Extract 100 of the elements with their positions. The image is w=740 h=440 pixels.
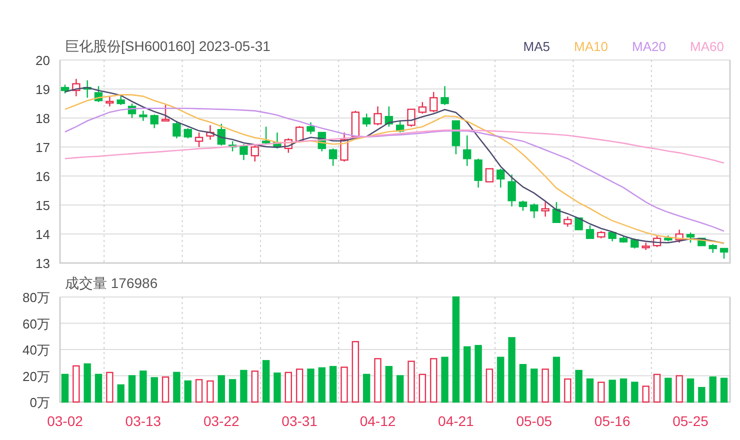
candlestick: [351, 110, 360, 138]
volume-bar: [150, 377, 158, 403]
axis-label: 03-02: [47, 413, 83, 429]
candlestick: [273, 132, 282, 148]
candlestick: [407, 108, 416, 127]
candlestick: [172, 120, 181, 138]
candlestick: [518, 200, 528, 211]
axis-label: 19: [36, 82, 50, 97]
axis-label: 14: [36, 227, 50, 242]
volume-bar: [284, 372, 292, 403]
axis-label: 04-12: [360, 413, 396, 429]
candlestick: [362, 114, 371, 127]
volume-bar: [497, 356, 504, 403]
candlestick: [217, 124, 226, 146]
volume-bar: [664, 378, 672, 403]
volume-bar: [72, 365, 80, 403]
volume-bar: [530, 368, 538, 403]
axis-label: 60万: [22, 316, 50, 332]
candlestick: [83, 80, 92, 98]
candlestick: [708, 244, 717, 253]
candlestick: [396, 120, 404, 132]
volume-bar: [464, 346, 471, 403]
volume-bar: [620, 378, 628, 403]
candlestick: [552, 202, 561, 223]
volume-bar: [508, 337, 516, 403]
candlestick: [116, 96, 125, 105]
volume-bar: [374, 358, 382, 403]
axis-label: 03-31: [282, 413, 318, 429]
candlestick: [430, 92, 438, 112]
axis-label: 80万: [22, 290, 50, 305]
candlestick: [452, 120, 460, 154]
candlestick: [508, 174, 516, 206]
axis-label: 05-16: [594, 413, 630, 429]
volume-bar: [676, 375, 683, 403]
candlestick: [194, 132, 204, 147]
candlestick: [686, 232, 695, 243]
volume-bar: [720, 378, 728, 403]
volume-bar: [206, 380, 214, 403]
volume-bar: [318, 367, 326, 403]
candlestick: [418, 102, 427, 114]
legend-label: MA10: [574, 39, 608, 54]
volume-bar: [441, 356, 448, 403]
candlestick: [530, 204, 538, 218]
candlestick: [106, 96, 114, 106]
volume-bar: [486, 368, 494, 403]
axis-label: 0万: [30, 395, 50, 410]
candlestick: [295, 126, 304, 143]
volume-bar: [307, 368, 314, 403]
volume-bar: [140, 370, 147, 403]
volume-bar: [575, 370, 582, 403]
axis-label: 16: [36, 169, 50, 184]
volume-bar: [564, 378, 572, 403]
legend-label: MA5: [523, 39, 550, 54]
volume-bar: [218, 375, 225, 403]
candlestick: [60, 84, 70, 94]
axis-label: 03-22: [203, 413, 240, 429]
candlestick: [384, 106, 394, 127]
axis-label: 20万: [22, 368, 50, 384]
candlestick: [440, 86, 449, 105]
candlestick: [128, 104, 136, 118]
candlestick: [474, 158, 482, 188]
volume-bar: [274, 372, 281, 403]
axis-label: 20: [36, 53, 50, 68]
axis-label: 05-25: [672, 413, 708, 429]
volume-bar: [352, 341, 360, 403]
volume-bar: [430, 358, 438, 403]
legend-label: MA20: [632, 39, 666, 54]
volume-bar: [362, 374, 370, 403]
axis-label: 03-13: [125, 413, 162, 429]
axis-label: 18: [36, 111, 50, 126]
candlestick: [184, 128, 192, 138]
candlestick: [284, 138, 292, 153]
volume-bar: [251, 370, 258, 403]
volume-bar: [642, 386, 650, 403]
candlestick: [240, 144, 248, 160]
volume-bar: [385, 366, 393, 403]
axis-label: 17: [36, 140, 50, 155]
candlestick: [496, 168, 505, 188]
volume-bar: [329, 366, 337, 403]
volume-bar: [598, 382, 605, 403]
volume-bar: [396, 375, 404, 403]
candlestick: [675, 230, 684, 243]
volume-bar: [408, 360, 415, 403]
candlestick: [328, 148, 338, 166]
candlestick: [630, 238, 639, 248]
candlestick: [150, 114, 158, 128]
volume-bar: [608, 380, 616, 403]
volume-bar: [709, 376, 716, 403]
candlestick: [586, 225, 594, 239]
candlestick: [94, 86, 103, 102]
candlestick: [652, 235, 662, 248]
chart-title: 巨化股份[SH600160] 2023-05-31: [65, 38, 270, 54]
volume-bar: [296, 368, 304, 403]
volume-bar: [698, 386, 706, 403]
volume-bar: [262, 360, 270, 403]
candlestick: [228, 141, 237, 152]
candlestick: [564, 216, 572, 227]
legend-label: MA60: [690, 39, 724, 54]
volume-bar: [542, 368, 549, 403]
candlestick: [597, 231, 606, 238]
